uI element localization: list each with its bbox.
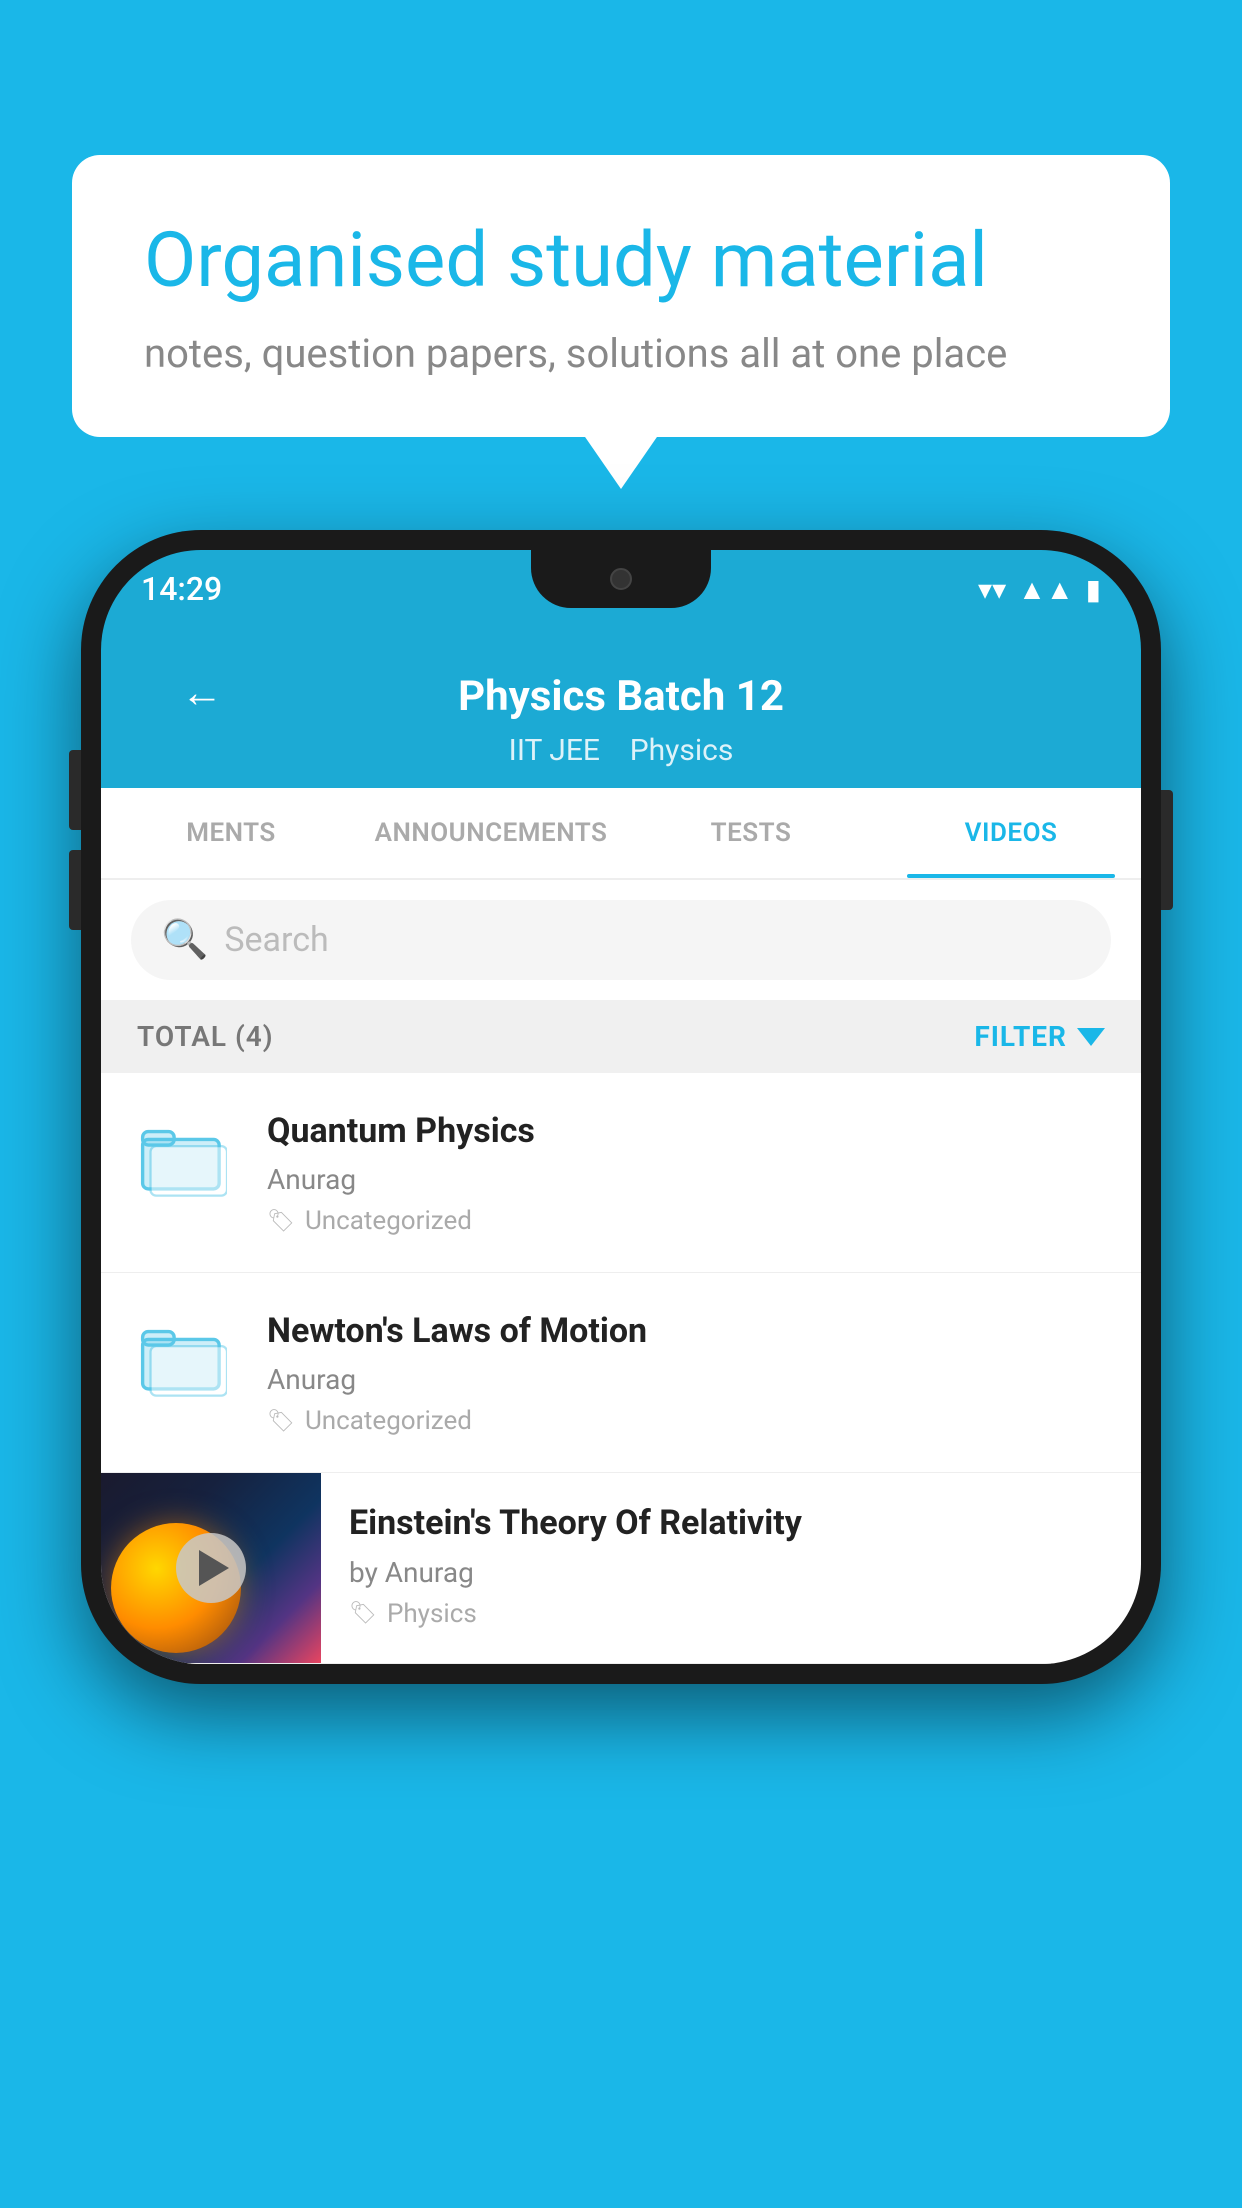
search-container: 🔍 Search bbox=[101, 880, 1141, 1000]
play-button[interactable] bbox=[176, 1533, 246, 1603]
video-author: Anurag bbox=[267, 1163, 1105, 1196]
video-tag: 🏷 Physics bbox=[349, 1599, 1113, 1629]
list-item[interactable]: Newton's Laws of Motion Anurag 🏷 Uncateg… bbox=[101, 1273, 1141, 1473]
total-count: TOTAL (4) bbox=[137, 1020, 274, 1053]
header-title: Physics Batch 12 bbox=[458, 672, 784, 721]
tab-ments[interactable]: MENTS bbox=[101, 788, 361, 878]
phone-notch bbox=[531, 550, 711, 608]
wifi-icon: ▾▾ bbox=[978, 573, 1006, 606]
vol-up-button bbox=[69, 750, 81, 830]
tag-icon: 🏷 bbox=[267, 1409, 295, 1434]
video-title: Newton's Laws of Motion bbox=[267, 1309, 1105, 1353]
video-info: Quantum Physics Anurag 🏷 Uncategorized bbox=[267, 1109, 1105, 1236]
speech-bubble-container: Organised study material notes, question… bbox=[72, 155, 1170, 437]
video-title: Einstein's Theory Of Relativity bbox=[349, 1501, 1113, 1545]
video-tag: 🏷 Uncategorized bbox=[267, 1406, 1105, 1436]
status-icons: ▾▾ ▲▲ ▮ bbox=[978, 573, 1101, 606]
phone-frame: 14:29 ▾▾ ▲▲ ▮ ← Physics Batch 12 IIT JEE bbox=[81, 530, 1161, 1684]
filter-bar: TOTAL (4) FILTER bbox=[101, 1000, 1141, 1073]
tag-label: Uncategorized bbox=[305, 1206, 472, 1236]
folder-icon bbox=[137, 1109, 237, 1203]
signal-icon: ▲▲ bbox=[1018, 573, 1073, 606]
filter-button[interactable]: FILTER bbox=[974, 1020, 1105, 1053]
list-item[interactable]: Einstein's Theory Of Relativity by Anura… bbox=[101, 1473, 1141, 1664]
video-list: Quantum Physics Anurag 🏷 Uncategorized bbox=[101, 1073, 1141, 1664]
search-box[interactable]: 🔍 Search bbox=[131, 900, 1111, 980]
tag-label: Physics bbox=[387, 1599, 477, 1629]
bubble-subtitle: notes, question papers, solutions all at… bbox=[144, 330, 1098, 377]
subtitle-physics: Physics bbox=[630, 733, 734, 768]
tag-icon: 🏷 bbox=[267, 1209, 295, 1234]
video-thumbnail bbox=[101, 1473, 321, 1663]
filter-label: FILTER bbox=[974, 1020, 1067, 1053]
header-subtitle: IIT JEE Physics bbox=[141, 733, 1101, 788]
speech-bubble: Organised study material notes, question… bbox=[72, 155, 1170, 437]
video-title: Quantum Physics bbox=[267, 1109, 1105, 1153]
tag-label: Uncategorized bbox=[305, 1406, 472, 1436]
bubble-title: Organised study material bbox=[144, 215, 1098, 306]
filter-icon bbox=[1077, 1028, 1105, 1046]
vol-down-button bbox=[69, 850, 81, 930]
camera bbox=[610, 568, 632, 590]
subtitle-iitjee: IIT JEE bbox=[509, 733, 600, 768]
search-icon: 🔍 bbox=[161, 918, 208, 962]
status-time: 14:29 bbox=[141, 570, 222, 608]
tabs-bar: MENTS ANNOUNCEMENTS TESTS VIDEOS bbox=[101, 788, 1141, 880]
search-input[interactable]: Search bbox=[224, 920, 328, 960]
status-bar: 14:29 ▾▾ ▲▲ ▮ bbox=[101, 550, 1141, 628]
power-button bbox=[1161, 790, 1173, 910]
video-tag: 🏷 Uncategorized bbox=[267, 1206, 1105, 1236]
battery-icon: ▮ bbox=[1086, 573, 1101, 606]
list-item[interactable]: Quantum Physics Anurag 🏷 Uncategorized bbox=[101, 1073, 1141, 1273]
play-icon bbox=[199, 1550, 229, 1586]
back-button[interactable]: ← bbox=[181, 668, 223, 717]
tab-tests[interactable]: TESTS bbox=[621, 788, 881, 878]
app-header: ← Physics Batch 12 IIT JEE Physics bbox=[101, 628, 1141, 788]
tab-announcements[interactable]: ANNOUNCEMENTS bbox=[361, 788, 621, 878]
tag-icon: 🏷 bbox=[349, 1601, 377, 1626]
header-row: ← Physics Batch 12 bbox=[141, 652, 1101, 733]
video-info: Einstein's Theory Of Relativity by Anura… bbox=[321, 1473, 1141, 1656]
phone-screen: 14:29 ▾▾ ▲▲ ▮ ← Physics Batch 12 IIT JEE bbox=[101, 550, 1141, 1664]
video-author: Anurag bbox=[267, 1363, 1105, 1396]
phone-outer: 14:29 ▾▾ ▲▲ ▮ ← Physics Batch 12 IIT JEE bbox=[81, 530, 1161, 1684]
folder-icon bbox=[137, 1309, 237, 1403]
video-author: by Anurag bbox=[349, 1556, 1113, 1589]
video-info: Newton's Laws of Motion Anurag 🏷 Uncateg… bbox=[267, 1309, 1105, 1436]
tab-videos[interactable]: VIDEOS bbox=[881, 788, 1141, 878]
